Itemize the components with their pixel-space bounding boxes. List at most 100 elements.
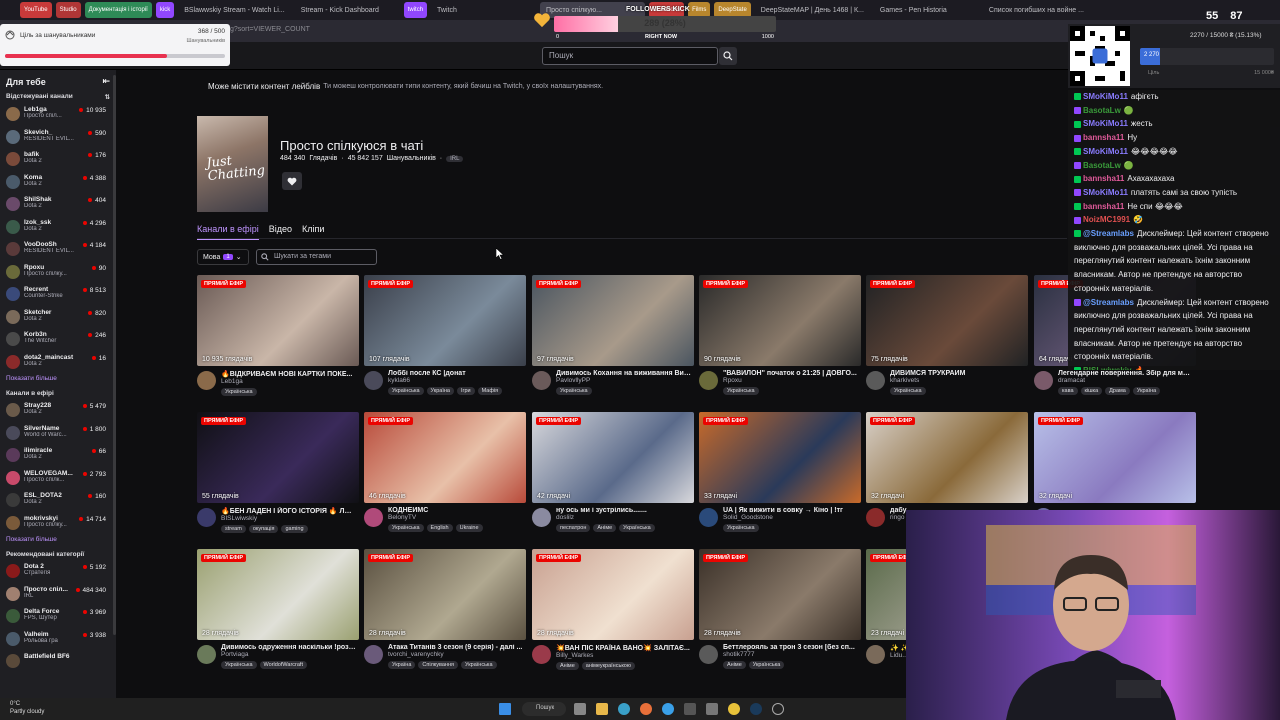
- sidebar-live-channel[interactable]: Stray228 Dota 2 5 479: [0, 399, 116, 422]
- streamer-name[interactable]: shotik7777: [723, 651, 861, 658]
- stream-tag[interactable]: Українська: [388, 387, 424, 395]
- sidebar-recommended-category[interactable]: Valheim Рольова гра 3 938: [0, 628, 116, 651]
- browser-tab[interactable]: twitch: [403, 2, 428, 18]
- browser-tab[interactable]: Studio: [55, 2, 81, 18]
- sidebar-live-channel[interactable]: ESL_DOTA2 Dota 2 160: [0, 489, 116, 512]
- stream-title[interactable]: "ВАВИЛОН" початок о 21:25 | ДОВГО...: [723, 370, 859, 377]
- stream-thumbnail[interactable]: ПРЯМИЙ ЕФІР 10 935 глядачів: [197, 275, 359, 366]
- stream-card[interactable]: ПРЯМИЙ ЕФІР 28 глядачів Атака Титанів 3 се…: [364, 549, 526, 674]
- sidebar-followed-channel[interactable]: ShilShak Dota 2 404: [0, 193, 116, 216]
- stream-tag[interactable]: Україна: [426, 387, 454, 395]
- follow-category-button[interactable]: [282, 172, 302, 190]
- start-icon[interactable]: [499, 703, 511, 715]
- stream-tag[interactable]: Аніме: [556, 662, 579, 670]
- streamer-avatar[interactable]: [532, 645, 551, 664]
- stream-title[interactable]: Легендарне повернення. Збір для мог...: [1058, 370, 1194, 377]
- stream-tag[interactable]: Українська: [723, 387, 759, 395]
- streamer-avatar[interactable]: [866, 645, 885, 664]
- sidebar-followed-channel[interactable]: Rpoxu Просто спілку... 90: [0, 261, 116, 284]
- chat-username[interactable]: @Streamlabs: [1083, 229, 1134, 238]
- streamer-avatar[interactable]: [197, 371, 216, 390]
- stream-card[interactable]: ПРЯМИЙ ЕФІР 28 глядачів Дивимось одруження…: [197, 549, 359, 674]
- sidebar-recommended-category[interactable]: Dota 2 Стратегія 5 192: [0, 560, 116, 583]
- streamer-avatar[interactable]: [364, 508, 383, 527]
- stream-tag[interactable]: кішка: [1080, 387, 1103, 395]
- sort-icon[interactable]: ⇅: [105, 93, 110, 101]
- app-icon[interactable]: [684, 703, 696, 715]
- stream-card[interactable]: ПРЯМИЙ ЕФІР 97 глядачів Дивимось Кохання н…: [532, 275, 694, 400]
- explorer-icon[interactable]: [596, 703, 608, 715]
- browser-tab[interactable]: Документація і історії: [84, 2, 152, 18]
- firefox-icon[interactable]: [640, 703, 652, 715]
- streamer-avatar[interactable]: [699, 508, 718, 527]
- chat-username[interactable]: SMoKiMo11: [1083, 188, 1128, 197]
- streamer-name[interactable]: kykla66: [388, 377, 526, 384]
- stream-tag[interactable]: English: [426, 524, 453, 532]
- stream-tag[interactable]: кава: [1058, 387, 1078, 395]
- language-filter-button[interactable]: Мова 1 ⌄: [197, 249, 249, 265]
- streamer-name[interactable]: BelonyTV: [388, 514, 526, 521]
- browser-tab[interactable]: Games - Pen Historia: [874, 2, 979, 18]
- stream-tag[interactable]: Україна: [388, 661, 416, 669]
- chat-username[interactable]: SMoKiMo11: [1083, 147, 1128, 156]
- sidebar-followed-channel[interactable]: Izok_ssk Dota 2 4 296: [0, 216, 116, 239]
- sidebar-live-channel[interactable]: mokrivskyi Просто спілку... 14 714: [0, 512, 116, 535]
- stream-tag[interactable]: Аніме: [723, 661, 746, 669]
- stream-tag[interactable]: WorldofWarcraft: [259, 661, 307, 669]
- edge-icon[interactable]: [618, 703, 630, 715]
- stream-thumbnail[interactable]: ПРЯМИЙ ЕФІР 42 глядачі: [532, 412, 694, 503]
- stream-thumbnail[interactable]: ПРЯМИЙ ЕФІР 55 глядачів: [197, 412, 359, 503]
- category-tag[interactable]: IRL: [446, 155, 464, 162]
- sidebar-followed-channel[interactable]: dota2_maincast Dota 2 16: [0, 351, 116, 374]
- streamer-name[interactable]: dramacat: [1058, 377, 1196, 384]
- stream-title[interactable]: Дивимось Кохання на виживання Вип...: [556, 370, 692, 377]
- stream-tag[interactable]: Аніме: [593, 524, 617, 532]
- tag-search-input[interactable]: Шукати за тегами: [256, 249, 377, 265]
- streamer-name[interactable]: Portviaga: [221, 651, 359, 658]
- stream-title[interactable]: 🔥ВІДКРИВАЄМ НОВІ КАРТКИ ПОКЕ...: [221, 370, 357, 378]
- sidebar-recommended-category[interactable]: Battlefield BF6: [0, 650, 116, 673]
- chat-username[interactable]: bannsha11: [1083, 133, 1124, 142]
- stream-tag[interactable]: Українська: [221, 388, 257, 396]
- sidebar-followed-channel[interactable]: Sketcher Dota 2 820: [0, 306, 116, 329]
- stream-tag[interactable]: stream: [221, 525, 246, 533]
- streamer-name[interactable]: Billy_Warkes: [556, 652, 694, 659]
- task-view-icon[interactable]: [574, 703, 586, 715]
- stream-title[interactable]: ну ось ми і зустрілись.......: [556, 507, 692, 514]
- streamer-name[interactable]: PavlovllyPP: [556, 377, 694, 384]
- sidebar-followed-channel[interactable]: Recrent Counter-Strike 8 513: [0, 283, 116, 306]
- stream-tag[interactable]: Українська: [723, 524, 759, 532]
- stream-tag[interactable]: Українська: [460, 661, 497, 669]
- stream-tag[interactable]: Мафія: [477, 387, 503, 395]
- chat-username[interactable]: SMoKiMo11: [1083, 92, 1128, 101]
- stream-title[interactable]: UA | Як вижити в совку → Кіно | !тг: [723, 507, 859, 514]
- chat-username[interactable]: BISLwiwskiy: [1083, 366, 1131, 370]
- streamer-name[interactable]: Solid_Goodstone: [723, 514, 861, 521]
- streamer-avatar[interactable]: [699, 645, 718, 664]
- sidebar-followed-channel[interactable]: Skevich_ RESIDENT EVIL... 590: [0, 126, 116, 149]
- sidebar-followed-channel[interactable]: Koma Dota 2 4 388: [0, 171, 116, 194]
- stream-thumbnail[interactable]: ПРЯМИЙ ЕФІР 90 глядачів: [699, 275, 861, 366]
- browser-tab[interactable]: kick: [155, 2, 175, 18]
- stream-title[interactable]: ДИВИМСЯ ТРУКРАЙМ: [890, 370, 1026, 377]
- chat-username[interactable]: BasotaLw: [1083, 106, 1121, 115]
- stream-title[interactable]: КОДНЕЙМС: [388, 507, 524, 514]
- streamer-name[interactable]: Rpoxu: [723, 377, 861, 384]
- stream-title[interactable]: Атака Титанів 3 сезон (9 серія) - далі .…: [388, 644, 524, 651]
- sidebar-live-channel[interactable]: ilimiracle Dota 2 66: [0, 444, 116, 467]
- sidebar-scrollbar[interactable]: [113, 75, 116, 635]
- app-icon[interactable]: [706, 703, 718, 715]
- chat-username[interactable]: BasotaLw: [1083, 161, 1121, 170]
- steam-icon[interactable]: [750, 703, 762, 715]
- stream-card[interactable]: ПРЯМИЙ ЕФІР 46 глядачів КОДНЕЙМС BelonyTV Ук…: [364, 412, 526, 537]
- streamer-name[interactable]: tvorchi_varenychky: [388, 651, 526, 658]
- browser-tab[interactable]: YouTube: [20, 2, 52, 18]
- stream-thumbnail[interactable]: ПРЯМИЙ ЕФІР 75 глядачів: [866, 275, 1028, 366]
- stream-thumbnail[interactable]: ПРЯМИЙ ЕФІР 46 глядачів: [364, 412, 526, 503]
- stream-tag[interactable]: Українська: [221, 661, 257, 669]
- stream-card[interactable]: ПРЯМИЙ ЕФІР 28 глядачів 💥ВАН ПІС КРАЇНА ВА…: [532, 549, 694, 674]
- taskbar-search[interactable]: Пошук: [522, 702, 566, 716]
- streamer-name[interactable]: doslilz: [556, 514, 694, 521]
- stream-card[interactable]: ПРЯМИЙ ЕФІР 28 глядачів Беттлерояль за тро…: [699, 549, 861, 674]
- stream-title[interactable]: 💥ВАН ПІС КРАЇНА ВАНО💥 ЗАЛІТАЄ...: [556, 644, 692, 652]
